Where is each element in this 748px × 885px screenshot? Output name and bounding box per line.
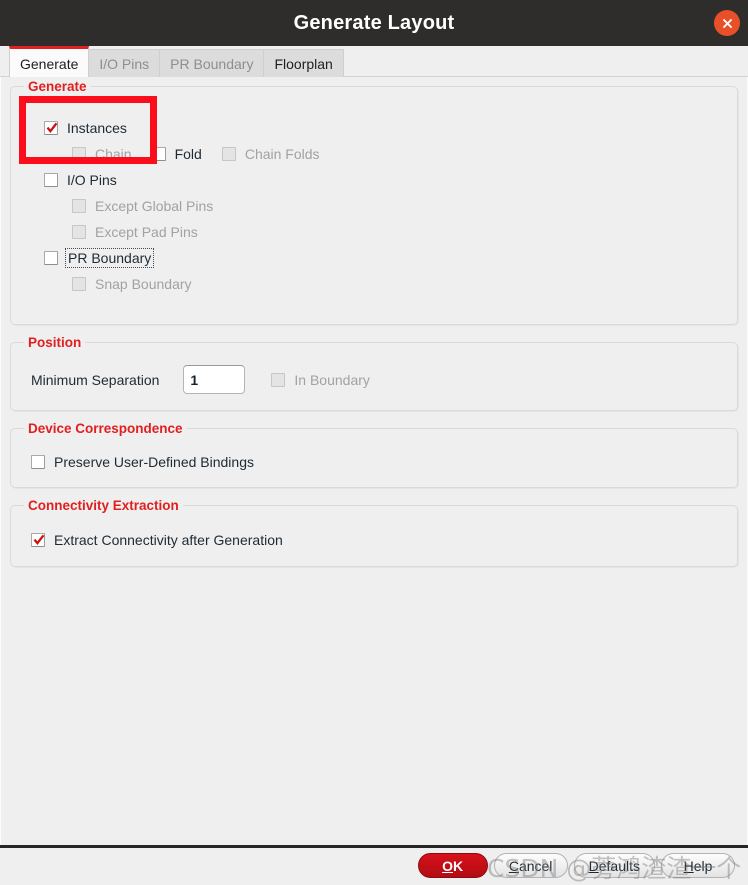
row-minimum-separation: Minimum Separation In Boundary — [31, 365, 370, 394]
ok-button[interactable]: OK — [417, 853, 488, 878]
checkbox-in-boundary-label: In Boundary — [294, 371, 370, 388]
checkbox-empty-icon — [72, 224, 86, 239]
tab-pr-boundary-label: PR Boundary — [170, 56, 254, 72]
checkbox-preserve-user-defined-bindings-label: Preserve User-Defined Bindings — [54, 453, 254, 470]
group-generate-title: Generate — [24, 79, 91, 94]
checkbox-empty-icon — [44, 172, 58, 187]
checkbox-except-global-pins: Except Global Pins — [72, 195, 213, 216]
row-snap-boundary: Snap Boundary — [72, 273, 192, 294]
checkbox-empty-icon — [72, 198, 86, 213]
checkbox-extract-connectivity-after-generation[interactable]: Extract Connectivity after Generation — [31, 529, 283, 550]
checkbox-pr-boundary[interactable]: PR Boundary — [44, 247, 155, 268]
checkbox-snap-boundary-label: Snap Boundary — [95, 275, 192, 292]
titlebar: Generate Layout — [0, 0, 748, 46]
defaults-button[interactable]: Defaults — [573, 853, 655, 878]
row-instances: Instances — [44, 117, 127, 138]
checkbox-extract-connectivity-after-generation-label: Extract Connectivity after Generation — [54, 531, 283, 548]
checkbox-checked-icon — [44, 120, 58, 135]
cancel-button[interactable]: Cancel — [493, 853, 568, 878]
group-device-correspondence: Device Correspondence Preserve User-Defi… — [10, 421, 738, 488]
row-except-pad-pins: Except Pad Pins — [72, 221, 198, 242]
checkbox-io-pins[interactable]: I/O Pins — [44, 169, 117, 190]
group-generate: Generate Instances Chain Fold Chain Fold… — [10, 79, 738, 325]
checkbox-checked-icon — [31, 532, 45, 547]
row-pr-boundary: PR Boundary — [44, 247, 155, 268]
row-preserve-bindings: Preserve User-Defined Bindings — [31, 451, 254, 472]
minimum-separation-label: Minimum Separation — [31, 371, 160, 388]
checkbox-fold[interactable]: Fold — [151, 143, 202, 164]
checkbox-fold-label: Fold — [174, 145, 202, 162]
help-button[interactable]: Help — [661, 853, 735, 878]
generate-layout-dialog: Generate Layout Generate I/O Pins PR Bou… — [0, 0, 748, 883]
checkbox-instances-label: Instances — [67, 119, 127, 136]
checkbox-snap-boundary: Snap Boundary — [72, 273, 192, 294]
checkbox-empty-icon — [72, 276, 86, 291]
checkbox-chain: Chain — [72, 143, 132, 164]
row-extract-connectivity: Extract Connectivity after Generation — [31, 529, 283, 550]
tab-strip: Generate I/O Pins PR Boundary Floorplan — [0, 46, 748, 77]
row-io-pins: I/O Pins — [44, 169, 117, 190]
checkbox-preserve-user-defined-bindings[interactable]: Preserve User-Defined Bindings — [31, 451, 254, 472]
checkbox-empty-icon — [221, 146, 236, 161]
checkbox-empty-icon — [271, 372, 286, 387]
tab-pr-boundary: PR Boundary — [159, 49, 265, 77]
checkbox-chain-folds-label: Chain Folds — [244, 145, 320, 162]
checkbox-chain-folds: Chain Folds — [221, 143, 320, 164]
checkbox-empty-icon — [31, 454, 45, 469]
row-chain-fold: Chain Fold Chain Folds — [72, 143, 340, 164]
checkbox-except-global-pins-label: Except Global Pins — [95, 197, 214, 214]
checkbox-instances[interactable]: Instances — [44, 117, 127, 138]
checkbox-empty-icon — [72, 146, 86, 161]
checkbox-except-pad-pins: Except Pad Pins — [72, 221, 198, 242]
generate-tab-panel: Generate Instances Chain Fold Chain Fold… — [0, 77, 748, 845]
tab-io-pins: I/O Pins — [88, 49, 161, 77]
checkbox-except-pad-pins-label: Except Pad Pins — [95, 223, 198, 240]
tab-generate-label: Generate — [20, 56, 79, 72]
checkbox-io-pins-label: I/O Pins — [67, 171, 117, 188]
checkbox-empty-icon — [44, 250, 58, 265]
group-connectivity-extraction: Connectivity Extraction Extract Connecti… — [10, 498, 738, 567]
group-position: Position Minimum Separation In Boundary — [10, 335, 738, 411]
group-connectivity-extraction-title: Connectivity Extraction — [24, 498, 183, 513]
checkbox-in-boundary: In Boundary — [271, 369, 370, 390]
minimum-separation-input[interactable] — [183, 365, 246, 394]
tab-io-pins-label: I/O Pins — [99, 56, 150, 72]
checkbox-pr-boundary-label: PR Boundary — [64, 247, 155, 268]
checkbox-empty-icon — [151, 146, 166, 161]
tab-generate[interactable]: Generate — [9, 46, 90, 77]
dialog-button-bar: OK Cancel Defaults Help — [0, 845, 748, 883]
close-icon[interactable] — [714, 10, 740, 36]
window-title: Generate Layout — [293, 11, 455, 34]
tab-floorplan-label: Floorplan — [274, 56, 333, 72]
group-device-correspondence-title: Device Correspondence — [24, 421, 187, 436]
tab-floorplan[interactable]: Floorplan — [263, 49, 344, 77]
checkbox-chain-label: Chain — [95, 145, 132, 162]
group-position-title: Position — [24, 335, 86, 350]
row-except-global-pins: Except Global Pins — [72, 195, 213, 216]
